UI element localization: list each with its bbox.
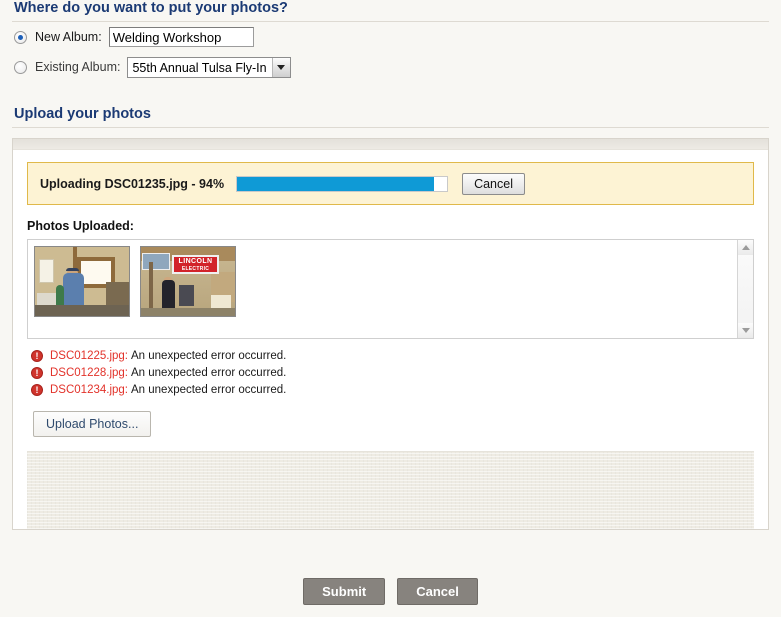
upload-progress-box: Uploading DSC01235.jpg - 94% Cancel [27, 162, 754, 205]
upload-panel: Uploading DSC01235.jpg - 94% Cancel Phot… [12, 138, 769, 530]
upload-error-row: ! DSC01228.jpg: An unexpected error occurr… [31, 365, 754, 381]
upload-section-divider [12, 127, 769, 128]
upload-section-title: Upload your photos [14, 106, 151, 122]
scroll-down-icon[interactable] [738, 323, 753, 338]
album-chooser: New Album: Existing Album: 55th Annual T… [0, 22, 781, 82]
photos-uploaded-heading: Photos Uploaded: [27, 219, 134, 233]
error-icon: ! [31, 367, 43, 379]
new-album-label: New Album: [35, 30, 102, 44]
existing-album-selected-value: 55th Annual Tulsa Fly-In [132, 60, 267, 75]
album-section-title: Where do you want to put your photos? [14, 0, 288, 16]
upload-photos-button[interactable]: Upload Photos... [33, 411, 152, 437]
upload-error-list: ! DSC01225.jpg: An unexpected error occurr… [31, 348, 754, 398]
photos-scrollbar[interactable] [737, 240, 753, 338]
upload-panel-body: Uploading DSC01235.jpg - 94% Cancel Phot… [13, 150, 768, 529]
cancel-upload-button[interactable]: Cancel [462, 172, 525, 195]
upload-error-row: ! DSC01234.jpg: An unexpected error occurr… [31, 382, 754, 398]
thumbnail-strip: LINCOLN ELECTRIC [28, 240, 737, 338]
error-message: An unexpected error occurred. [131, 384, 287, 396]
error-file-name: DSC01234.jpg: [50, 384, 128, 396]
cancel-button[interactable]: Cancel [397, 578, 478, 605]
photo-thumbnail[interactable] [34, 246, 130, 317]
error-icon: ! [31, 350, 43, 362]
lincoln-electric-banner: LINCOLN ELECTRIC [172, 255, 220, 274]
banner-line-1: LINCOLN [178, 257, 213, 265]
existing-album-label: Existing Album: [35, 60, 121, 74]
new-album-radio[interactable] [14, 30, 27, 44]
existing-album-radio[interactable] [14, 60, 27, 74]
existing-album-row: Existing Album: 55th Annual Tulsa Fly-In [0, 52, 781, 82]
footer-actions: Submit Cancel [0, 578, 781, 605]
upload-progress-label: Uploading DSC01235.jpg - 94% [40, 176, 225, 191]
new-album-name-input[interactable] [108, 27, 254, 47]
photo-thumbnail[interactable]: LINCOLN ELECTRIC [140, 246, 236, 317]
new-album-row: New Album: [0, 22, 781, 52]
existing-album-select[interactable]: 55th Annual Tulsa Fly-In [127, 56, 291, 78]
scroll-up-icon[interactable] [738, 240, 753, 255]
error-message: An unexpected error occurred. [131, 350, 287, 362]
error-message: An unexpected error occurred. [131, 367, 287, 379]
error-file-name: DSC01228.jpg: [50, 367, 128, 379]
upload-error-row: ! DSC01225.jpg: An unexpected error occurr… [31, 348, 754, 364]
panel-filler-area [27, 451, 754, 529]
chevron-down-icon [271, 57, 290, 77]
submit-button[interactable]: Submit [303, 578, 386, 605]
error-file-name: DSC01225.jpg: [50, 350, 128, 362]
upload-progress-bar [236, 175, 449, 192]
upload-progress-fill [237, 176, 435, 191]
error-icon: ! [31, 384, 43, 396]
banner-line-2: ELECTRIC [181, 265, 210, 272]
upload-photos-page: Where do you want to put your photos? Ne… [0, 0, 781, 617]
photos-uploaded-box: LINCOLN ELECTRIC [27, 239, 754, 339]
panel-top-strip [13, 139, 768, 150]
